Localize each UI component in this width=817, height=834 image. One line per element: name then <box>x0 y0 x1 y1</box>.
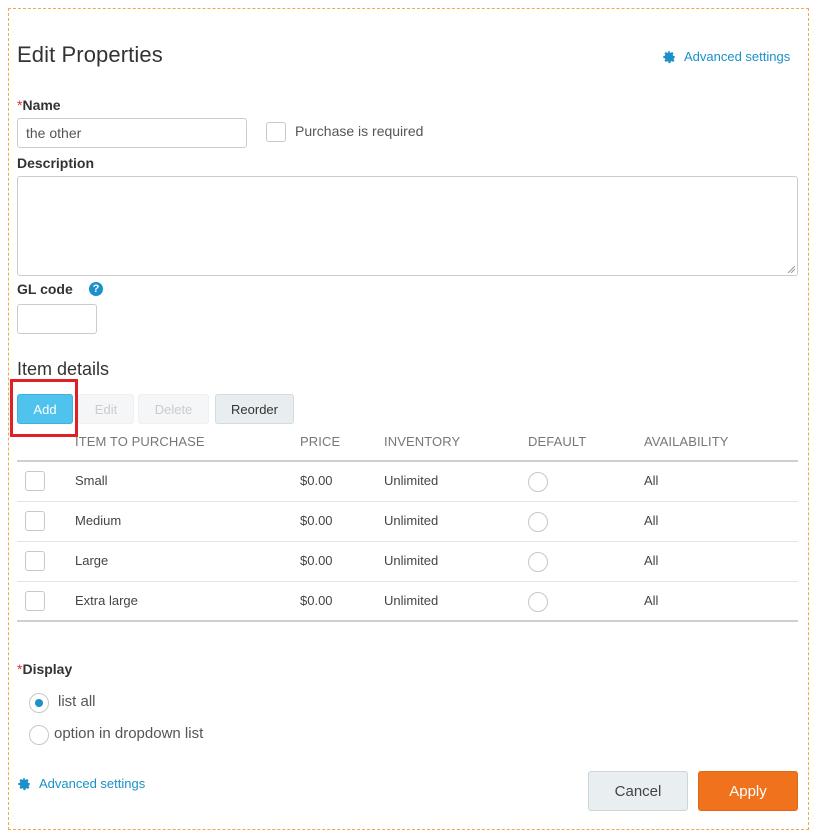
apply-button[interactable]: Apply <box>698 771 798 811</box>
item-price: $0.00 <box>300 513 333 528</box>
item-inventory: Unlimited <box>384 553 439 568</box>
item-price: $0.00 <box>300 473 333 488</box>
display-label: *Display <box>17 661 72 677</box>
advanced-settings-link-top[interactable]: Advanced settings <box>662 49 790 64</box>
gl-code-label: GL code <box>17 281 73 297</box>
default-radio[interactable] <box>528 512 548 532</box>
row-divider <box>17 541 798 542</box>
display-radio-list-all[interactable] <box>29 693 49 713</box>
gear-icon <box>18 777 30 790</box>
default-radio[interactable] <box>528 472 548 492</box>
row-divider <box>17 501 798 502</box>
purchase-required-label: Purchase is required <box>295 123 424 139</box>
item-name: Medium <box>75 513 122 528</box>
column-header-default: DEFAULT <box>528 434 587 449</box>
name-label-text: Name <box>22 97 61 113</box>
item-inventory: Unlimited <box>384 593 439 608</box>
row-checkbox[interactable] <box>25 511 45 531</box>
display-label-text: Display <box>22 661 73 677</box>
column-header-price: PRICE <box>300 434 341 449</box>
item-price: $0.00 <box>300 553 333 568</box>
add-button[interactable]: Add <box>17 394 73 424</box>
item-inventory: Unlimited <box>384 473 439 488</box>
name-input[interactable] <box>17 118 247 148</box>
item-availability: All <box>644 553 659 568</box>
item-name: Extra large <box>75 593 138 608</box>
table-header-divider <box>17 460 798 462</box>
edit-button[interactable]: Edit <box>78 394 134 424</box>
display-radio-dropdown[interactable] <box>29 725 49 745</box>
table-bottom-divider <box>17 620 798 622</box>
item-availability: All <box>644 473 659 488</box>
row-checkbox[interactable] <box>25 591 45 611</box>
description-textarea[interactable] <box>17 176 798 276</box>
purchase-required-checkbox[interactable] <box>266 122 286 142</box>
column-header-availability: AVAILABILITY <box>644 434 729 449</box>
delete-button[interactable]: Delete <box>138 394 209 424</box>
page-title: Edit Properties <box>17 42 163 67</box>
default-radio[interactable] <box>528 552 548 572</box>
column-header-inventory: INVENTORY <box>384 434 461 449</box>
gl-code-input[interactable] <box>17 304 97 334</box>
item-price: $0.00 <box>300 593 333 608</box>
column-header-item: ITEM TO PURCHASE <box>75 434 205 449</box>
item-name: Small <box>75 473 108 488</box>
name-label: *Name <box>17 97 61 113</box>
row-checkbox[interactable] <box>25 551 45 571</box>
display-option-dropdown: option in dropdown list <box>54 725 204 742</box>
item-inventory: Unlimited <box>384 513 439 528</box>
default-radio[interactable] <box>528 592 548 612</box>
gear-icon <box>663 50 675 63</box>
item-details-title: Item details <box>17 359 110 379</box>
advanced-settings-link-bottom[interactable]: Advanced settings <box>17 776 145 791</box>
cancel-button[interactable]: Cancel <box>588 771 688 811</box>
item-availability: All <box>644 513 659 528</box>
row-divider <box>17 581 798 582</box>
item-name: Large <box>75 553 109 568</box>
description-label: Description <box>17 155 95 171</box>
display-option-list-all: list all <box>58 693 96 710</box>
reorder-button[interactable]: Reorder <box>215 394 294 424</box>
question-icon[interactable]: ? <box>89 282 103 296</box>
item-availability: All <box>644 593 659 608</box>
advanced-settings-label: Advanced settings <box>684 49 791 64</box>
row-checkbox[interactable] <box>25 471 45 491</box>
advanced-settings-label: Advanced settings <box>39 776 146 791</box>
resize-grip-icon[interactable] <box>787 265 795 273</box>
